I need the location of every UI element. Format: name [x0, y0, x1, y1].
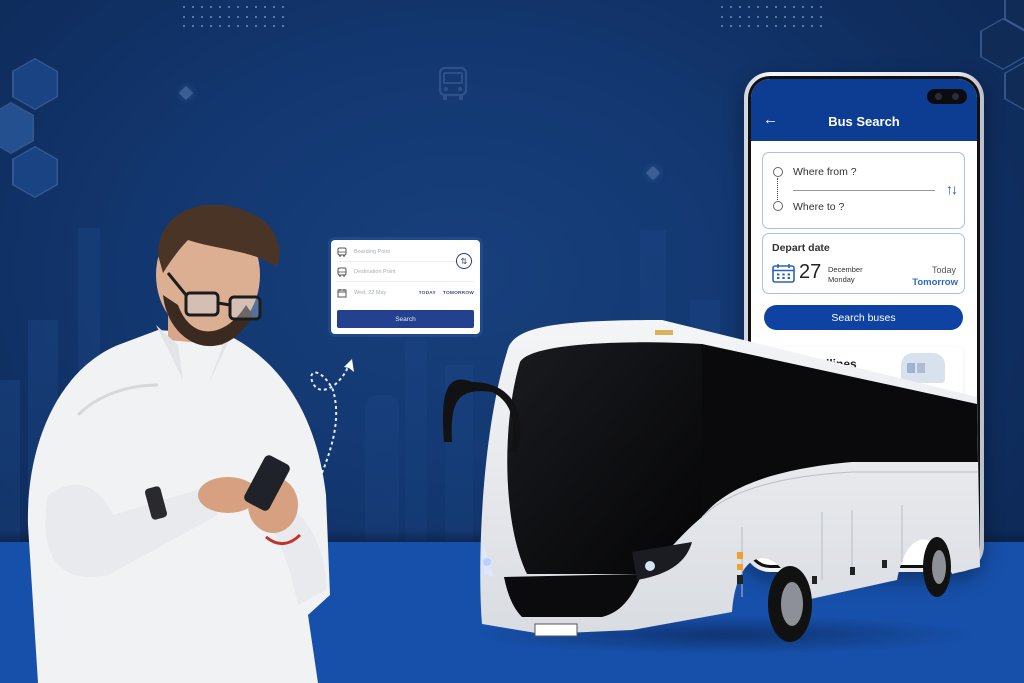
diamond-decoration — [645, 165, 661, 181]
today-option[interactable]: Today — [932, 265, 956, 275]
dot-grid-right — [721, 6, 829, 35]
banner-background: Boarding Point Destination Point ⇅ Wed, … — [0, 0, 1024, 683]
tomorrow-link[interactable]: TOMORROW — [443, 291, 474, 296]
depart-date-label: Depart date — [772, 242, 830, 254]
where-from-input[interactable]: Where from ? — [793, 166, 857, 178]
swap-vertical-icon[interactable]: ⇅ — [456, 253, 472, 269]
boarding-point-placeholder: Boarding Point — [354, 248, 391, 255]
hexagon-decoration — [0, 102, 34, 154]
depart-date-card[interactable]: Depart date 27 December Monday Today Tom… — [762, 233, 965, 294]
hexagon-decoration — [1004, 60, 1024, 112]
bus-icon — [438, 66, 468, 100]
route-divider — [793, 190, 935, 191]
destination-point-placeholder: Destination Point — [354, 268, 396, 275]
swap-route-button[interactable]: ↑↓ — [946, 181, 958, 197]
calendar-icon — [337, 288, 347, 298]
hexagon-decoration — [12, 58, 58, 110]
destination-point-field[interactable]: Destination Point — [337, 262, 474, 282]
depart-day: 27 — [799, 261, 822, 283]
app-title: Bus Search — [828, 114, 900, 129]
depart-month-weekday: December Monday — [828, 265, 863, 285]
camera-cutout — [927, 89, 967, 104]
route-card: Where from ? Where to ? ↑↓ — [762, 152, 965, 229]
app-bar: ← Bus Search — [751, 79, 977, 141]
man-with-phone-illustration — [27, 204, 330, 683]
route-connector — [777, 178, 778, 200]
tomorrow-option[interactable]: Tomorrow — [912, 277, 958, 288]
boarding-point-field[interactable]: Boarding Point — [337, 242, 474, 262]
depart-month: December — [828, 265, 863, 274]
date-field[interactable]: Wed, 22 May TODAY TOMORROW — [337, 283, 474, 303]
bus-icon — [337, 247, 347, 257]
calendar-icon — [772, 264, 795, 283]
origin-dot-icon — [773, 167, 783, 177]
bus-icon — [337, 267, 347, 277]
skyline-building — [405, 340, 427, 542]
date-value: Wed, 22 May — [354, 290, 387, 296]
where-to-input[interactable]: Where to ? — [793, 201, 844, 213]
hexagon-decoration — [12, 146, 58, 198]
destination-dot-icon — [773, 201, 783, 211]
dot-grid-left — [183, 6, 291, 35]
today-link[interactable]: TODAY — [419, 291, 436, 296]
coach-bus-illustration — [442, 320, 980, 642]
skyline-building — [0, 380, 20, 542]
diamond-decoration — [178, 85, 194, 101]
depart-weekday: Monday — [828, 275, 855, 284]
